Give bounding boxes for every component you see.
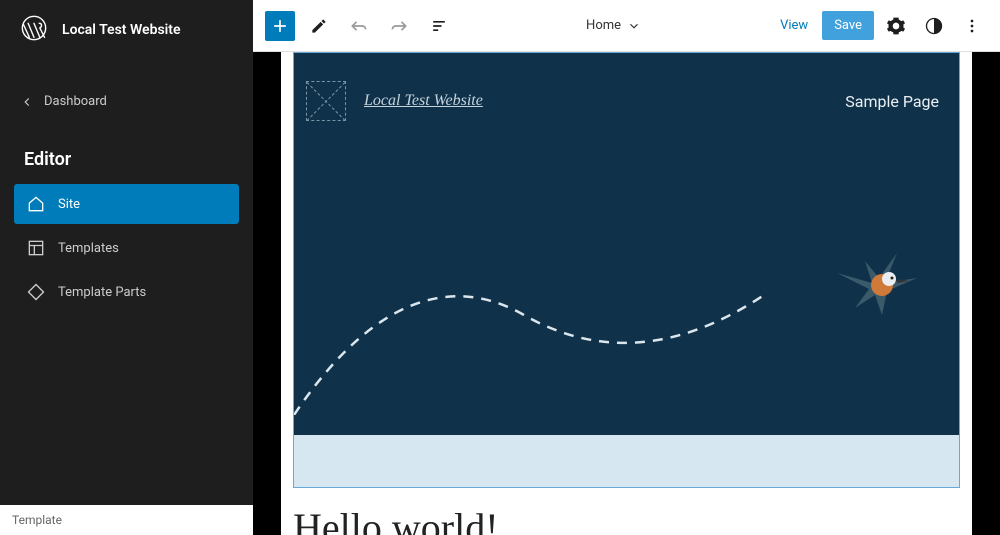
post-title-link[interactable]: Hello world! xyxy=(293,504,499,535)
topbar-right: View Save xyxy=(772,10,988,42)
editor-nav: Site Templates Template Parts xyxy=(0,184,253,316)
wordpress-logo-icon[interactable] xyxy=(20,14,48,46)
plus-icon xyxy=(270,16,290,36)
home-icon xyxy=(26,194,46,214)
site-logo-placeholder[interactable] xyxy=(306,81,346,121)
list-view-button[interactable] xyxy=(423,10,455,42)
sidebar: Local Test Website Dashboard Editor Site… xyxy=(0,0,253,535)
edit-tool-button[interactable] xyxy=(303,10,335,42)
header-row: Local Test Website Sample Page xyxy=(294,53,959,121)
dashed-flight-path xyxy=(294,255,834,415)
chevron-left-icon xyxy=(20,95,34,109)
selected-block-outline[interactable]: Local Test Website Sample Page xyxy=(293,52,960,488)
chevron-down-icon xyxy=(627,19,641,33)
styles-button[interactable] xyxy=(918,10,950,42)
dashboard-label: Dashboard xyxy=(44,94,107,109)
bird-illustration xyxy=(827,243,927,333)
undo-icon xyxy=(349,16,369,36)
sidebar-item-label: Template Parts xyxy=(58,285,146,300)
pencil-icon xyxy=(309,16,329,36)
contrast-icon xyxy=(924,16,944,36)
dots-vertical-icon xyxy=(962,16,982,36)
document-label: Home xyxy=(586,18,621,33)
more-options-button[interactable] xyxy=(956,10,988,42)
undo-button[interactable] xyxy=(343,10,375,42)
redo-icon xyxy=(389,16,409,36)
header-left: Local Test Website xyxy=(306,81,483,121)
layout-icon xyxy=(26,238,46,258)
save-button[interactable]: Save xyxy=(822,11,874,40)
sidebar-item-label: Site xyxy=(58,197,80,212)
sidebar-header: Local Test Website xyxy=(0,0,253,60)
nav-link-sample-page[interactable]: Sample Page xyxy=(845,92,939,111)
settings-button[interactable] xyxy=(880,10,912,42)
sidebar-item-site[interactable]: Site xyxy=(14,184,239,224)
main: Home View Save L xyxy=(253,0,1000,535)
hero-cover-block[interactable]: Local Test Website Sample Page xyxy=(294,53,959,435)
selection-overlay xyxy=(294,435,959,487)
redo-button[interactable] xyxy=(383,10,415,42)
post-content: Hello world! xyxy=(293,504,499,535)
footer-breadcrumb[interactable]: Template xyxy=(0,505,253,535)
add-block-button[interactable] xyxy=(265,11,295,41)
editor-canvas-frame: Local Test Website Sample Page xyxy=(253,52,1000,535)
diamond-icon xyxy=(26,282,46,302)
site-title-link[interactable]: Local Test Website xyxy=(364,92,483,110)
sidebar-item-template-parts[interactable]: Template Parts xyxy=(14,272,239,312)
list-icon xyxy=(429,16,449,36)
sidebar-item-templates[interactable]: Templates xyxy=(14,228,239,268)
editor-heading: Editor xyxy=(0,135,253,184)
site-name: Local Test Website xyxy=(62,22,181,38)
gear-icon xyxy=(886,16,906,36)
editor-topbar: Home View Save xyxy=(253,0,1000,52)
view-link[interactable]: View xyxy=(772,12,816,39)
sidebar-item-label: Templates xyxy=(58,241,119,256)
editor-canvas[interactable]: Local Test Website Sample Page xyxy=(281,52,972,535)
dashboard-link[interactable]: Dashboard xyxy=(0,78,253,125)
document-selector[interactable]: Home xyxy=(463,18,764,33)
